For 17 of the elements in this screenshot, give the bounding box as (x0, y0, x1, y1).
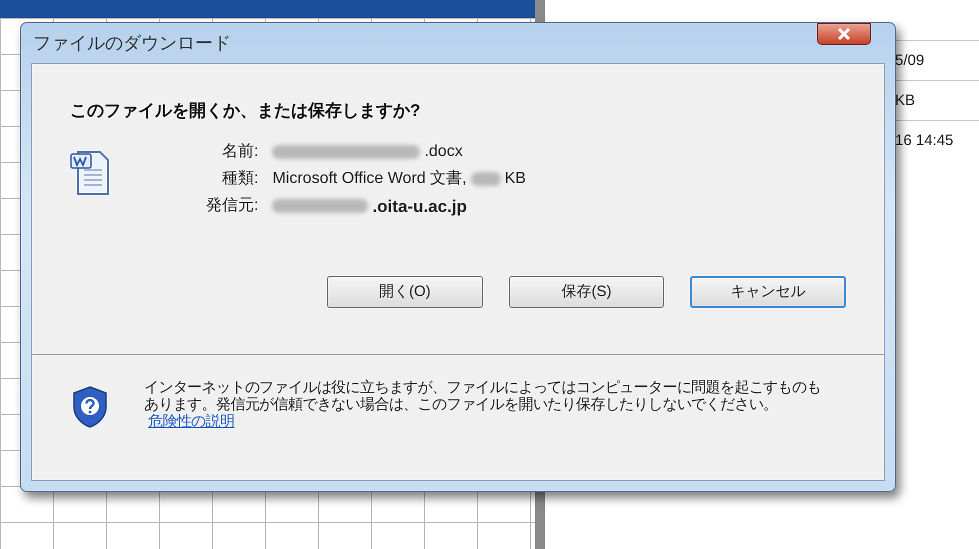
dialog-question: このファイルを開くか、または保存しますか? (70, 100, 422, 122)
field-label: 名前: (221, 142, 258, 162)
window-title: ファイルのダウンロード (32, 32, 231, 54)
close-button[interactable] (817, 23, 871, 45)
security-shield-icon (72, 385, 108, 429)
dialog-button[interactable]: キャンセル (690, 276, 846, 308)
dialog-button[interactable]: 保存(S) (508, 276, 664, 308)
warning-message: インターネットのファイルは役に立ちますが、ファイルによってはコンピューターに問題を起こすものもあります。発信元が信頼できない場合は、このファイルを開いたり保存したりしないでください。 危険性の説明 (144, 379, 822, 430)
close-icon (837, 28, 851, 40)
field-value: KB (504, 168, 526, 188)
dialog-button[interactable]: 開く(O) (327, 276, 483, 308)
field-value: Microsoft Office Word 文書, (272, 168, 467, 188)
field-label: 発信元: (206, 196, 258, 216)
field-label: 種類: (221, 168, 258, 188)
field-value: .oita-u.ac.jp (372, 196, 467, 218)
risk-explanation-link[interactable]: 危険性の説明 (148, 413, 234, 430)
field-value: .docx (424, 142, 463, 162)
